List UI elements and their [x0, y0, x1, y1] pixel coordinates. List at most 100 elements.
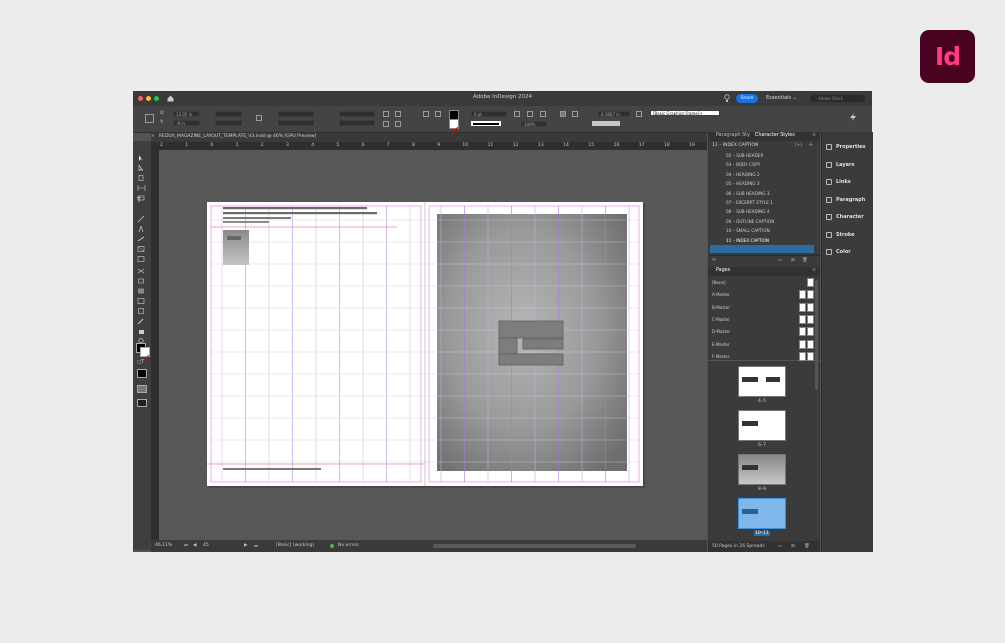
zoom-level[interactable]: 46.11%: [155, 543, 172, 548]
character-style-item[interactable]: 05 – HEADING 3: [726, 181, 760, 186]
direct-selection-tool-icon[interactable]: [137, 156, 146, 172]
select-container-icon[interactable]: [423, 111, 429, 117]
first-page-icon[interactable]: ⏮: [184, 543, 188, 549]
spread-thumbnail[interactable]: [738, 498, 786, 529]
character-style-item[interactable]: 04 – HEADING 2: [726, 172, 760, 177]
master-thumbnail[interactable]: [799, 290, 806, 300]
tab-character-styles[interactable]: Character Styles: [755, 133, 795, 138]
fx-icon[interactable]: [540, 111, 546, 117]
scissors-tool-icon[interactable]: [137, 259, 146, 274]
character-style-item[interactable]: 06 – SUB HEADING 3: [726, 191, 770, 196]
share-button[interactable]: Share: [736, 94, 758, 103]
align-left-icon[interactable]: [560, 111, 566, 117]
previous-page-icon[interactable]: ◀: [193, 543, 196, 548]
stroke-type-select[interactable]: [471, 121, 501, 126]
pencil-tool-icon[interactable]: [137, 227, 146, 242]
rotate-cw-icon[interactable]: [383, 111, 389, 117]
x-position-field[interactable]: 13.05 in: [173, 111, 200, 117]
master-page-item[interactable]: [None]: [712, 280, 726, 285]
dock-item-character[interactable]: Character: [826, 211, 864, 223]
lightning-icon[interactable]: [850, 113, 856, 121]
note-tool-icon[interactable]: [137, 299, 146, 314]
pages-menu-icon[interactable]: ≡: [812, 268, 816, 273]
master-page-item[interactable]: F-Master: [712, 354, 729, 359]
preflight-errors[interactable]: No errors: [338, 543, 359, 548]
dock-item-layers[interactable]: Layers: [826, 159, 855, 171]
eyedropper-tool-icon[interactable]: [137, 309, 146, 325]
align-center-icon[interactable]: [572, 111, 578, 117]
gradient-tool-icon[interactable]: [137, 279, 146, 294]
master-page-item[interactable]: A-Master: [712, 292, 730, 297]
master-thumbnail[interactable]: [807, 302, 814, 312]
gutter-field[interactable]: 0.1667 in: [598, 111, 630, 117]
folder-icon[interactable]: ▭: [778, 258, 782, 263]
height-field[interactable]: [215, 120, 242, 126]
character-style-item[interactable]: 11 – INDEX CAPTION: [726, 238, 769, 243]
master-page-item[interactable]: B-Master: [712, 305, 730, 310]
master-thumbnail[interactable]: [807, 351, 814, 361]
scale-y-field[interactable]: [278, 120, 314, 126]
hand-tool-icon[interactable]: [137, 319, 146, 334]
type-tool-icon[interactable]: T: [137, 197, 146, 204]
stock-search-input[interactable]: Adobe Stock: [810, 95, 865, 102]
edit-page-size-icon[interactable]: ▭: [778, 544, 782, 549]
apply-color-icon[interactable]: [137, 369, 147, 378]
object-style-select[interactable]: [Basic Graphics Frame]+: [650, 110, 720, 116]
select-content-icon[interactable]: [435, 111, 441, 117]
tab-pages[interactable]: Pages: [716, 268, 730, 273]
dock-item-stroke[interactable]: Stroke: [826, 229, 854, 241]
character-style-item[interactable]: 08 – SUB HEADING 4: [726, 209, 770, 214]
flip-vertical-icon[interactable]: [395, 121, 401, 127]
text-wrap-box-icon[interactable]: [527, 111, 533, 117]
spread-thumbnail[interactable]: [738, 366, 786, 397]
master-thumbnail[interactable]: [807, 290, 814, 300]
new-style-icon[interactable]: ⊞: [791, 258, 795, 263]
rectangle-frame-tool-icon[interactable]: [137, 237, 146, 252]
rotation-field[interactable]: [339, 111, 375, 117]
tab-paragraph-styles[interactable]: Paragraph Sty: [716, 133, 750, 138]
spread-thumbnail[interactable]: [738, 410, 786, 441]
width-field[interactable]: [215, 111, 242, 117]
page-number-field[interactable]: 45: [203, 543, 209, 548]
screen-mode-normal-icon[interactable]: [137, 385, 147, 393]
character-style-item[interactable]: 02 – SUB HEADER: [726, 153, 763, 158]
character-style-item[interactable]: 09 – OUTLINE CAPTION: [726, 219, 774, 224]
shear-field[interactable]: [339, 120, 375, 126]
free-transform-tool-icon[interactable]: [137, 269, 146, 284]
text-wrap-none-icon[interactable]: [514, 111, 520, 117]
content-collector-icon[interactable]: [137, 186, 146, 201]
master-thumbnail[interactable]: [807, 278, 814, 287]
master-thumbnail[interactable]: [807, 339, 814, 349]
line-tool-icon[interactable]: [137, 207, 146, 223]
delete-page-icon[interactable]: 🗑: [804, 544, 810, 549]
next-page-icon[interactable]: ▶: [244, 543, 247, 548]
dock-item-links[interactable]: Links: [826, 176, 851, 188]
column-preview[interactable]: [592, 121, 620, 126]
fit-frame-icon[interactable]: [636, 111, 642, 117]
zoom-tool-icon[interactable]: [137, 329, 146, 344]
style-override-icon[interactable]: ⟲: [712, 258, 716, 263]
dock-item-properties[interactable]: Properties: [826, 141, 865, 153]
panel-menu-icon[interactable]: ≡: [812, 133, 816, 138]
rectangle-tool-icon[interactable]: [137, 247, 146, 262]
reference-point-icon[interactable]: [145, 114, 154, 123]
stroke-color-swatch[interactable]: [140, 347, 150, 364]
master-page-item[interactable]: C-Master: [712, 317, 730, 322]
preview-mode-icon[interactable]: [137, 399, 147, 407]
master-thumbnail[interactable]: [799, 314, 806, 324]
opacity-field[interactable]: 100%: [521, 121, 547, 127]
delete-style-icon[interactable]: 🗑: [802, 258, 808, 263]
lightbulb-icon[interactable]: [724, 94, 730, 103]
master-thumbnail[interactable]: [799, 302, 806, 312]
stroke-swatch[interactable]: [449, 119, 459, 136]
flip-horizontal-icon[interactable]: [383, 121, 389, 127]
constrain-proportions-icon[interactable]: [256, 115, 262, 121]
close-tab-icon[interactable]: ×: [151, 134, 155, 139]
formatting-affects-icon[interactable]: ◻T: [137, 359, 146, 365]
dock-item-color[interactable]: Color: [826, 246, 851, 258]
master-thumbnail[interactable]: [799, 339, 806, 349]
page-tool-icon[interactable]: [137, 166, 146, 181]
master-thumbnail[interactable]: [799, 351, 806, 361]
workspace-switcher[interactable]: Essentials ⌄: [766, 95, 797, 101]
last-page-icon[interactable]: ⏭: [254, 543, 258, 549]
